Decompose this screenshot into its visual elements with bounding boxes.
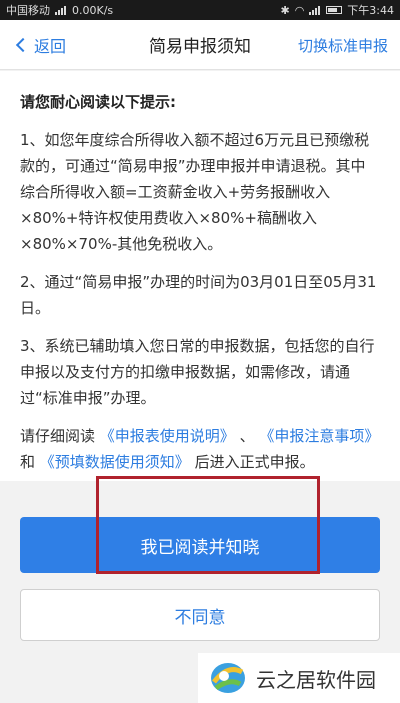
notice-content: 请您耐心阅读以下提示: 1、如您年度综合所得收入额不超过6万元且已预缴税款的，可… bbox=[0, 71, 400, 481]
clock: 下午3:44 bbox=[347, 4, 394, 17]
wifi-icon: ◠ bbox=[294, 3, 305, 17]
agree-button[interactable]: 我已阅读并知晓 bbox=[20, 517, 380, 573]
back-button[interactable]: 返回 bbox=[14, 20, 66, 70]
network-speed: 0.00K/s bbox=[72, 3, 114, 17]
navigation-bar: 返回 简易申报须知 切换标准申报 bbox=[0, 20, 400, 70]
watermark: 云之居软件园 bbox=[198, 653, 400, 703]
disagree-button[interactable]: 不同意 bbox=[20, 589, 380, 641]
notice-item-3: 3、系统已辅助填入您日常的申报数据，包括您的自行申报以及支付方的扣缴申报数据，如… bbox=[20, 337, 375, 407]
back-label: 返回 bbox=[34, 37, 67, 56]
cell-signal-icon bbox=[309, 5, 321, 15]
notice-item-1: 1、如您年度综合所得收入额不超过6万元且已预缴税款的，可通过“简易申报”办理申报… bbox=[20, 131, 370, 253]
footer-suffix: 后进入正式申报。 bbox=[194, 453, 315, 471]
watermark-text: 云之居软件园 bbox=[256, 667, 376, 692]
watermark-logo-icon bbox=[211, 663, 245, 693]
battery-icon bbox=[326, 6, 343, 14]
notice-heading: 请您耐心阅读以下提示: bbox=[20, 93, 176, 111]
bluetooth-icon: ✱ bbox=[280, 3, 290, 17]
footer-separator: 、 bbox=[239, 427, 255, 445]
notice-footer: 请仔细阅读 《申报表使用说明》 、 《申报注意事项》 和 《预填数据使用须知》 … bbox=[20, 423, 380, 475]
signal-icon bbox=[55, 5, 67, 15]
link-filing-notes[interactable]: 《申报注意事项》 bbox=[259, 427, 379, 445]
notice-item-2: 2、通过“简易申报”办理的时间为03月01日至05月31日。 bbox=[20, 273, 377, 317]
link-prefilled-data-notice[interactable]: 《预填数据使用须知》 bbox=[40, 453, 190, 471]
footer-and: 和 bbox=[20, 453, 36, 471]
chevron-left-icon bbox=[15, 37, 31, 53]
status-bar: 中国移动 0.00K/s ✱ ◠ 下午3:44 bbox=[0, 0, 400, 20]
carrier-label: 中国移动 bbox=[6, 4, 50, 17]
switch-standard-filing-link[interactable]: 切换标准申报 bbox=[298, 20, 388, 70]
footer-prefix: 请仔细阅读 bbox=[20, 427, 96, 445]
link-form-instructions[interactable]: 《申报表使用说明》 bbox=[100, 427, 235, 445]
